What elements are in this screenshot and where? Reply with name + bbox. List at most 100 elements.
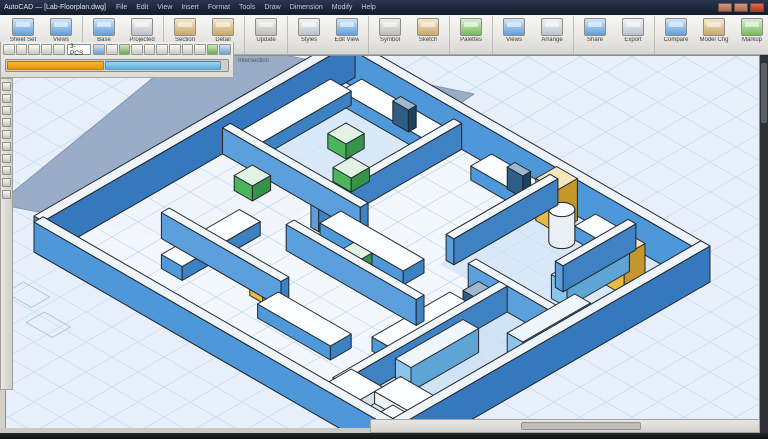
pan-icon[interactable] — [105, 44, 118, 55]
side-tool-strip — [0, 78, 13, 390]
ribbon-group-8: Share Export — [574, 16, 655, 54]
window-controls — [718, 3, 764, 12]
status-bar — [0, 433, 768, 439]
ribbon-button-label: Compare — [663, 37, 689, 43]
ribbon-button-symbol[interactable]: Symbol — [372, 17, 408, 53]
ribbon-group-3: Update — [245, 16, 288, 54]
zoom-icon[interactable] — [93, 44, 105, 55]
section-icon — [174, 18, 196, 36]
ribbon-button-label: Markup — [741, 37, 762, 43]
restore-button[interactable] — [734, 3, 748, 12]
ribbon-button-markup[interactable]: Markup — [734, 17, 768, 53]
open-icon[interactable] — [3, 44, 15, 55]
layer-dropdown[interactable]: 3-PCS — [66, 43, 92, 57]
menu-item-edit[interactable]: Edit — [136, 4, 148, 11]
sketch-icon — [417, 18, 439, 36]
vertical-scrollbar[interactable] — [760, 55, 768, 433]
ribbon-button-label: Sketch — [418, 37, 438, 43]
symbol-icon — [379, 18, 401, 36]
export-icon — [622, 18, 644, 36]
menu-item-help[interactable]: Help — [361, 4, 375, 11]
ribbon-button-edit-view[interactable]: Edit View — [329, 17, 365, 53]
menu-item-view[interactable]: View — [157, 4, 172, 11]
ribbon-button-palettes[interactable]: Palettes — [453, 17, 489, 53]
side-tool-icon[interactable] — [2, 166, 11, 175]
ribbon-button-label: Symbol — [379, 37, 400, 43]
ribbon-button-label: Views — [506, 37, 522, 43]
drawing-viewport[interactable] — [5, 55, 760, 433]
ribbon-button-label: Export — [624, 37, 642, 43]
ribbon-button-label: Styles — [300, 37, 318, 43]
ribbon-button-label: Edit View — [334, 37, 360, 43]
progress-bar — [5, 59, 229, 72]
projected-view-icon — [131, 18, 153, 36]
model-changes-icon — [703, 18, 725, 36]
ribbon-button-arrange[interactable]: Arrange — [534, 17, 570, 53]
grid-icon[interactable] — [131, 44, 143, 55]
side-tool-icon[interactable] — [2, 154, 11, 163]
ribbon-button-update[interactable]: Update — [248, 17, 284, 53]
named-views-icon — [50, 18, 72, 36]
close-button[interactable] — [750, 3, 764, 12]
window-title: AutoCAD — [Lab-Floorplan.dwg] — [4, 4, 106, 11]
menu-item-insert[interactable]: Insert — [181, 4, 199, 11]
menu-item-format[interactable]: Format — [208, 4, 230, 11]
side-tool-icon[interactable] — [2, 94, 11, 103]
side-tool-icon[interactable] — [2, 106, 11, 115]
undo-icon[interactable] — [40, 44, 53, 55]
snap-icon[interactable] — [143, 44, 156, 55]
ribbon-button-sketch[interactable]: Sketch — [410, 17, 446, 53]
layout-icon[interactable] — [219, 44, 231, 55]
side-tool-icon[interactable] — [2, 142, 11, 151]
edit-view-icon — [336, 18, 358, 36]
minimize-button[interactable] — [718, 3, 732, 12]
ribbon-button-model-chg[interactable]: Model Chg — [696, 17, 732, 53]
ribbon-button-styles[interactable]: Styles — [291, 17, 327, 53]
vertical-scrollbar-thumb[interactable] — [761, 63, 767, 123]
save-icon[interactable] — [15, 44, 28, 55]
update-icon — [255, 18, 277, 36]
osnap-icon[interactable] — [168, 44, 181, 55]
snap-hint-label: Intersection — [238, 58, 270, 64]
title-bar: AutoCAD — [Lab-Floorplan.dwg] File Edit Vi… — [0, 0, 768, 15]
side-tool-icon[interactable] — [2, 130, 11, 139]
ortho-icon[interactable] — [156, 44, 168, 55]
ribbon-button-compare[interactable]: Compare — [658, 17, 694, 53]
menu-item-modify[interactable]: Modify — [332, 4, 353, 11]
quick-toolbar: 3-PCS — [1, 42, 233, 57]
arrange-icon — [541, 18, 563, 36]
styles-icon — [298, 18, 320, 36]
blue-segment — [104, 61, 222, 70]
ribbon-button-views[interactable]: Views — [496, 17, 532, 53]
print-icon[interactable] — [28, 44, 40, 55]
model-icon[interactable] — [206, 44, 219, 55]
ribbon-button-label: Update — [256, 37, 276, 43]
layers-icon[interactable] — [118, 44, 131, 55]
side-tool-icon[interactable] — [2, 178, 11, 187]
horizontal-scrollbar[interactable] — [370, 419, 760, 433]
menu-bar: File Edit View Insert Format Tools Draw Dimensi… — [116, 4, 376, 11]
menu-item-tools[interactable]: Tools — [239, 4, 255, 11]
ribbon-group-5: Symbol Sketch — [369, 16, 450, 54]
polar-icon[interactable] — [181, 44, 194, 55]
menu-item-dimension[interactable]: Dimension — [290, 4, 323, 11]
ribbon-button-share[interactable]: Share — [577, 17, 613, 53]
ribbon-button-label: Model Chg — [699, 37, 729, 43]
menu-item-draw[interactable]: Draw — [264, 4, 280, 11]
tank-cylinder — [548, 201, 576, 250]
redo-icon[interactable] — [53, 44, 65, 55]
base-view-icon — [93, 18, 115, 36]
side-tool-icon[interactable] — [2, 190, 11, 199]
ribbon-group-6: Palettes — [450, 16, 493, 54]
ribbon-group-9: Compare Model Chg Markup — [655, 16, 768, 54]
ribbon-button-export[interactable]: Export — [615, 17, 651, 53]
isometric-floorplan-canvas[interactable] — [6, 56, 760, 433]
sheet-set-icon — [12, 18, 34, 36]
side-tool-icon[interactable] — [2, 118, 11, 127]
lineweight-icon[interactable] — [194, 44, 206, 55]
menu-item-file[interactable]: File — [116, 4, 127, 11]
horizontal-scrollbar-thumb[interactable] — [521, 422, 641, 430]
side-tool-icon[interactable] — [2, 82, 11, 91]
detail-icon — [212, 18, 234, 36]
ribbon-button-label: Arrange — [541, 37, 563, 43]
